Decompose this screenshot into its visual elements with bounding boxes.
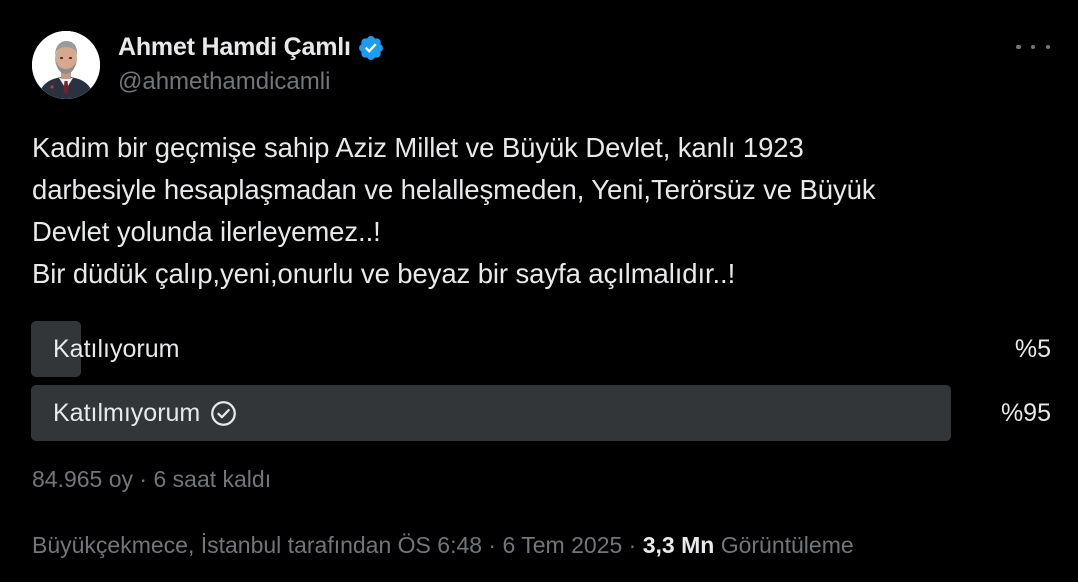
poll-option-percent: %95 xyxy=(1000,398,1051,427)
tweet-timestamp[interactable]: Büyükçekmece, İstanbul tarafından ÖS 6:4… xyxy=(32,532,482,558)
tweet-date[interactable]: 6 Tem 2025 xyxy=(503,532,623,558)
poll-option-label: Katılmıyorum xyxy=(53,385,237,441)
poll-option-text: Katılmıyorum xyxy=(53,398,201,427)
views-count: 3,3 Mn xyxy=(642,532,715,558)
author-info: Ahmet Hamdi Çamlı @ahmethamdicamli xyxy=(118,30,385,96)
tweet-text: Kadim bir geçmişe sahip Aziz Millet ve B… xyxy=(32,132,876,289)
poll-option-text: Katılıyorum xyxy=(53,334,180,363)
avatar[interactable] xyxy=(32,31,100,99)
poll-option-percent: %5 xyxy=(1014,334,1051,363)
author-display-name[interactable]: Ahmet Hamdi Çamlı xyxy=(118,33,351,62)
tweet-footer: Büyükçekmece, İstanbul tarafından ÖS 6:4… xyxy=(32,532,854,559)
poll-option-label: Katılıyorum xyxy=(53,321,179,377)
more-options-icon[interactable] xyxy=(1016,36,1050,58)
verified-badge-icon[interactable] xyxy=(357,34,385,62)
avatar-image xyxy=(32,31,100,99)
check-circle-icon xyxy=(210,400,237,427)
views-label: Görüntüleme xyxy=(720,532,854,558)
separator: · xyxy=(622,532,643,558)
author-handle[interactable]: @ahmethamdicamli xyxy=(118,68,385,96)
separator: · xyxy=(482,532,503,558)
poll-option-katilmiyorum[interactable]: Katılmıyorum %95 xyxy=(31,385,1051,441)
poll-meta: 84.965 oy · 6 saat kaldı xyxy=(32,466,272,492)
tweet-card: Ahmet Hamdi Çamlı @ahmethamdicamli Kadim… xyxy=(0,0,1078,582)
name-row: Ahmet Hamdi Çamlı xyxy=(118,30,385,64)
poll-option-katiliyorum[interactable]: Katılıyorum %5 xyxy=(31,321,1051,377)
